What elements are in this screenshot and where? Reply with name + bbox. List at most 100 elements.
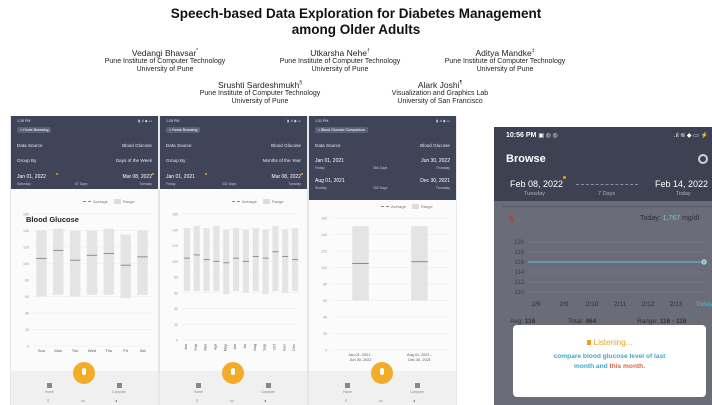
range1-end-date[interactable]: Jun 30, 2022 (421, 158, 450, 164)
author-block: Alark Joshi¶ Visualization and Graphics … (355, 78, 525, 107)
start-date[interactable]: Feb 08, 2022 (510, 179, 563, 189)
start-date[interactable]: Jan 01, 2022 (17, 174, 46, 180)
x-tick-label: 2/11 (614, 301, 627, 308)
y-tick-label: 118 (514, 250, 524, 256)
range1-start-date[interactable]: Jan 01, 2021 (315, 158, 344, 164)
metric-title: Blood Glucose (26, 215, 79, 224)
range2-end-date[interactable]: Dec 30, 2021 (420, 178, 450, 184)
group-by-label: Group By (166, 158, 186, 163)
status-icons: .ıl ≋ ◆ ▭ ⚡ (673, 133, 708, 139)
system-back-icon[interactable]: ◂ (264, 398, 266, 403)
microphone-button[interactable] (371, 362, 393, 384)
microphone-button[interactable] (222, 362, 244, 384)
nav-compare-label[interactable]: Compare (261, 390, 275, 394)
author-mark: ‡ (531, 48, 535, 54)
author-mark: § (299, 80, 303, 86)
x-tick-label: Sep (263, 344, 267, 351)
system-menu-icon[interactable]: ≡ (345, 398, 347, 403)
end-date[interactable]: Feb 14, 2022 (655, 179, 708, 189)
x-tick-label: 2/13 (670, 301, 683, 308)
x-tick-label: Feb (194, 344, 198, 351)
today-unit: mg/dl (682, 215, 700, 222)
y-tick-label: 120 (321, 250, 327, 254)
y-tick-label: 60 (174, 291, 178, 295)
range-bar (233, 228, 240, 292)
gear-icon[interactable] (698, 154, 708, 164)
end-day: Tuesday (139, 182, 152, 186)
group-by-value[interactable]: Days of the Week (116, 158, 152, 163)
system-back-icon[interactable]: ◂ (413, 398, 415, 403)
microphone-button[interactable] (73, 362, 95, 384)
end-date[interactable]: Mar 08, 2022 (272, 174, 301, 180)
author-affiliation: Visualization and Graphics Lab (391, 89, 489, 97)
system-home-icon[interactable]: ▭ (379, 398, 383, 403)
x-tick-label: Nov (282, 344, 286, 351)
avg-label: Avg: (510, 318, 523, 325)
x-tick-label: Jun (233, 344, 237, 350)
nav-compare-label[interactable]: Compare (112, 390, 126, 394)
author-affiliation: Pune Institute of Computer Technology (104, 57, 226, 65)
group-by-label: Group By (17, 158, 37, 163)
author-block: Utkarsha Nehe† Pune Institute of Compute… (255, 46, 425, 75)
date-marker-icon (205, 173, 207, 175)
compare-icon[interactable] (117, 383, 122, 388)
y-tick-label: 140 (172, 228, 178, 232)
system-home-icon[interactable]: ▭ (230, 398, 234, 403)
phone-screen-weekday: 1:28 PM ▮ .ıl ◆ ▭ < Home Browsing Data S… (10, 116, 159, 405)
range-bar (69, 230, 81, 297)
x-tick-label: Aug 01, 2021 - (407, 353, 433, 357)
system-menu-icon[interactable]: ≡ (196, 398, 198, 403)
data-source-value[interactable]: Blood Glucose (420, 143, 450, 148)
system-back-icon[interactable]: ◂ (115, 398, 117, 403)
home-icon[interactable] (345, 383, 350, 388)
range-bar (272, 225, 279, 292)
paper-title-line1: Speech-based Data Exploration for Diabet… (170, 6, 542, 21)
back-button[interactable]: < Blood Glucose Comparison (315, 127, 368, 133)
x-tick-label: Jul (243, 344, 247, 349)
chart-legend: Average Range (232, 199, 284, 205)
y-tick-label: 20 (25, 328, 29, 332)
comparison-range-chart: 160 140 120 100 80 60 40 20 0 Jan 01, 2021 -Jun 3… (321, 217, 449, 362)
y-tick-label: 40 (25, 312, 29, 316)
y-tick-label: 110 (514, 290, 524, 296)
page-title: Browse (506, 153, 546, 165)
group-by-value[interactable]: Months of the Year (263, 158, 301, 163)
data-source-value[interactable]: Blood Glucose (122, 143, 152, 148)
y-tick-label: 160 (172, 213, 178, 217)
nav-compare-label[interactable]: Compare (410, 390, 424, 394)
status-notification-icons: ▣ ◎ ◎ (538, 133, 558, 139)
x-tick-label: Jan 01, 2021 - (348, 353, 373, 357)
legend-range: Range (420, 204, 433, 209)
author-affiliation: University of Pune (231, 98, 289, 106)
x-tick-label: 2/8 (531, 301, 540, 308)
nav-home-label[interactable]: Home (343, 390, 352, 394)
back-button[interactable]: < Home Browsing (17, 127, 52, 133)
monthly-range-chart: 160 140 120 100 80 60 40 20 0 Jan Feb Mar Apr May Jun J… (172, 213, 300, 351)
home-icon[interactable] (47, 383, 52, 388)
nav-home-label[interactable]: Home (194, 390, 203, 394)
nav-home-label[interactable]: Home (45, 390, 54, 394)
author-affiliation: Pune Institute of Computer Technology (444, 57, 566, 65)
compare-icon[interactable] (415, 383, 420, 388)
data-source-value[interactable]: Blood Glucose (271, 143, 301, 148)
average-legend-icon (83, 201, 91, 203)
bottom-nav: Home Compare ≡ ▭ ◂ (160, 362, 307, 405)
total-label: Total: (568, 318, 584, 325)
y-tick-label: 140 (23, 229, 29, 233)
system-menu-icon[interactable]: ≡ (47, 398, 49, 403)
home-icon[interactable] (196, 383, 201, 388)
end-date[interactable]: Mar 08, 2022 (123, 174, 152, 180)
back-button[interactable]: < Home Browsing (166, 127, 201, 133)
app-header: 1:28 PM ▮ .ıl ◆ ▭ < Home Browsing Data S… (11, 116, 158, 189)
range-bar (262, 229, 269, 295)
x-tick-label: Mar (204, 343, 208, 350)
listening-dialog[interactable]: Listening... compare blood glucose level… (513, 325, 706, 397)
author-block: Vedangi Bhavsar* Pune Institute of Compu… (80, 46, 250, 75)
compare-icon[interactable] (266, 383, 271, 388)
range2-start-date[interactable]: Aug 01, 2021 (315, 178, 345, 184)
system-home-icon[interactable]: ▭ (81, 398, 85, 403)
y-tick-label: 20 (174, 323, 178, 327)
range2-end-day: Thursday (435, 186, 450, 190)
start-date[interactable]: Jan 01, 2021 (166, 174, 195, 180)
app-header: 1:31 PM ▮ .ıl ◆ ▭ < Blood Glucose Compar… (309, 116, 456, 200)
